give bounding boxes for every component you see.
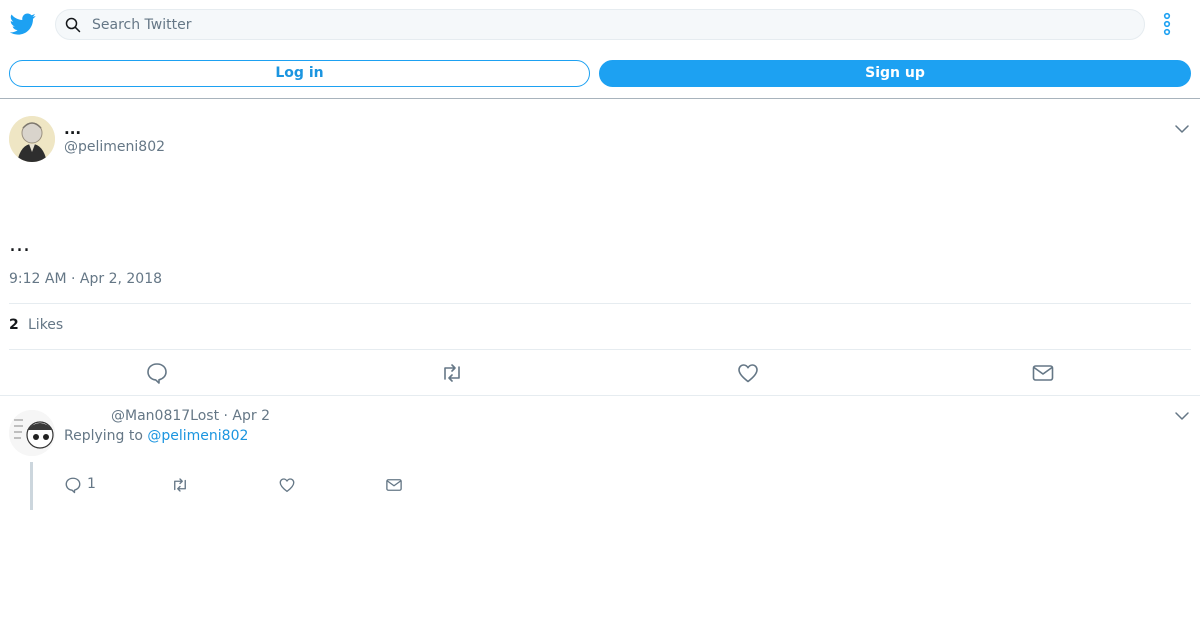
retweet-icon[interactable] xyxy=(171,476,189,494)
reply-avatar[interactable] xyxy=(9,410,55,456)
like-icon[interactable] xyxy=(278,476,296,494)
like-icon[interactable] xyxy=(736,361,760,385)
avatar[interactable] xyxy=(9,116,55,162)
replying-to: Replying to @pelimeni802 xyxy=(64,428,248,444)
more-vertical-icon[interactable] xyxy=(1158,12,1176,36)
stats-divider-top xyxy=(9,303,1191,304)
chevron-down-icon[interactable] xyxy=(1174,121,1190,137)
replying-to-link[interactable]: @pelimeni802 xyxy=(147,428,248,444)
reply-icon[interactable] xyxy=(145,361,169,385)
reply-count[interactable]: 1 xyxy=(87,476,96,492)
twitter-bird-icon[interactable] xyxy=(10,11,36,37)
share-dm-icon[interactable] xyxy=(1031,361,1055,385)
avatar-image xyxy=(9,116,55,162)
chevron-down-icon[interactable] xyxy=(1174,408,1190,424)
retweet-icon[interactable] xyxy=(440,361,464,385)
login-button[interactable]: Log in xyxy=(9,60,590,87)
reply-avatar-image xyxy=(9,410,55,456)
signup-button[interactable]: Sign up xyxy=(599,60,1191,87)
search-input[interactable] xyxy=(92,10,1132,39)
top-bar xyxy=(0,0,1200,49)
search-box[interactable] xyxy=(55,9,1145,40)
display-name[interactable]: ... xyxy=(64,120,81,138)
header-divider xyxy=(0,98,1200,99)
share-dm-icon[interactable] xyxy=(385,476,403,494)
search-icon xyxy=(65,17,81,33)
likes-label[interactable]: Likes xyxy=(28,317,63,333)
reply-handle-date[interactable]: @Man0817Lost · Apr 2 xyxy=(111,408,270,424)
stats-divider-bottom xyxy=(9,349,1191,350)
thread-line xyxy=(30,462,33,510)
replying-prefix: Replying to xyxy=(64,428,143,444)
likes-count[interactable]: 2 xyxy=(9,317,19,333)
reply-icon[interactable] xyxy=(64,476,82,494)
actions-divider xyxy=(0,395,1200,396)
tweet-text: ... xyxy=(9,232,30,257)
user-handle[interactable]: @pelimeni802 xyxy=(64,139,165,155)
tweet-timestamp[interactable]: 9:12 AM · Apr 2, 2018 xyxy=(9,271,162,287)
